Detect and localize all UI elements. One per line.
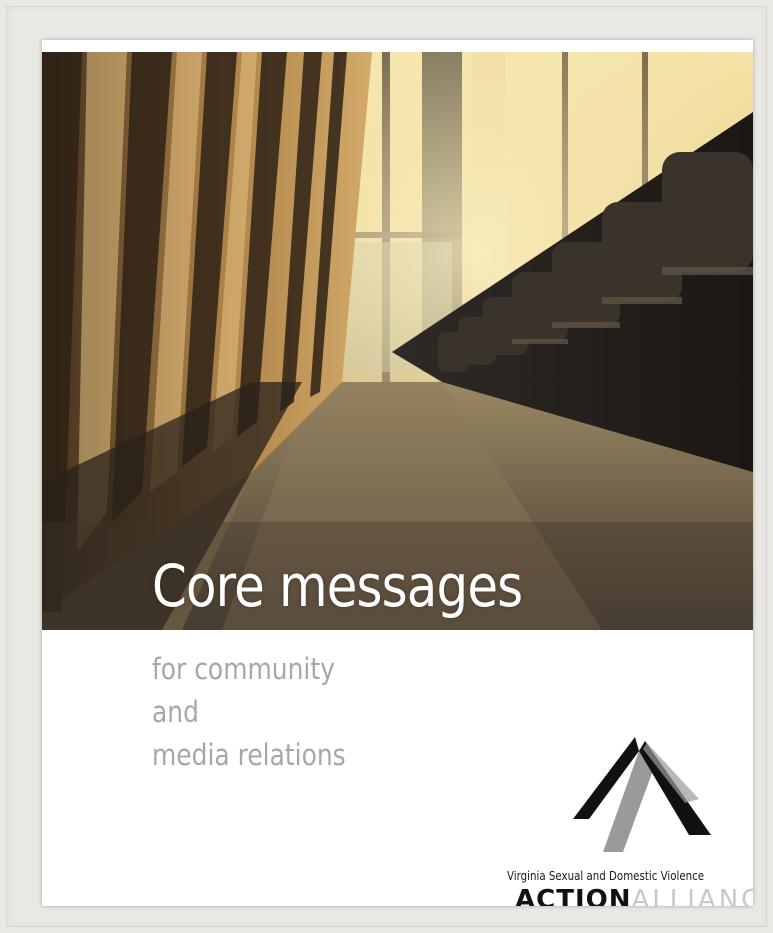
cover-subtitle: for community and media relations [152,648,346,777]
photo-illustration [42,52,753,630]
logo-word-alliance: ALLIANCE [631,885,753,906]
document-frame: Core messages for community and media re… [0,0,773,933]
subtitle-line: for community [152,652,335,686]
logo-wordmark: ACTIONALLIANCE [515,887,753,906]
logo-word-action: ACTION [515,885,632,906]
action-alliance-peak-icon [573,737,711,852]
logo-tagline: Virginia Sexual and Domestic Violence [507,868,705,883]
cover-title: Core messages [152,552,523,620]
cover-page: Core messages for community and media re… [42,40,753,906]
auditorium-seats-photo: Core messages [42,52,753,630]
subtitle-line: media relations [152,738,346,772]
subtitle-line: and [152,695,199,729]
action-alliance-logo: Virginia Sexual and Domestic Violence AC… [507,737,753,906]
